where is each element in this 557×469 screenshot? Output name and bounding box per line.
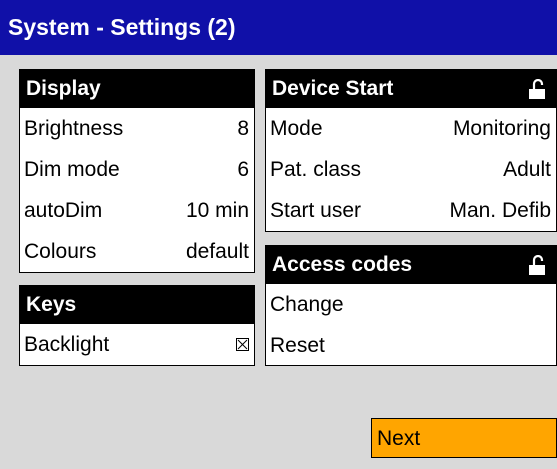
mode-row[interactable]: Mode Monitoring (266, 108, 556, 149)
brightness-row[interactable]: Brightness 8 (20, 108, 254, 149)
dim-mode-value: 6 (237, 158, 249, 181)
dim-mode-row[interactable]: Dim mode 6 (20, 149, 254, 190)
start-user-label: Start user (270, 199, 362, 222)
pat-class-label: Pat. class (270, 158, 362, 181)
colours-label: Colours (24, 240, 97, 263)
device-start-panel: Device Start Mode Monitoring Pat. class … (265, 69, 557, 232)
backlight-checkbox[interactable] (236, 338, 249, 351)
brightness-value: 8 (237, 117, 249, 140)
pat-class-row[interactable]: Pat. class Adult (266, 149, 556, 190)
colours-value: default (185, 240, 249, 263)
autodim-row[interactable]: autoDim 10 min (20, 190, 254, 231)
next-button[interactable]: Next (371, 418, 557, 458)
autodim-label: autoDim (24, 199, 103, 222)
display-panel: Display Brightness 8 Dim mode 6 autoDim … (19, 69, 255, 273)
display-header: Display (20, 70, 254, 108)
brightness-label: Brightness (24, 117, 124, 140)
backlight-row[interactable]: Backlight (20, 324, 254, 365)
mode-label: Mode (270, 117, 323, 140)
reset-row[interactable]: Reset (266, 325, 556, 365)
reset-label: Reset (270, 334, 325, 357)
pat-class-value: Adult (503, 158, 551, 181)
access-codes-header: Access codes (266, 246, 556, 284)
colours-row[interactable]: Colours default (20, 231, 254, 272)
change-label: Change (270, 293, 344, 316)
unlock-icon (529, 255, 545, 275)
access-codes-panel: Access codes Change Reset (265, 245, 557, 366)
keys-header: Keys (20, 286, 254, 324)
start-user-row[interactable]: Start user Man. Defib (266, 190, 556, 231)
autodim-value: 10 min (185, 199, 249, 222)
unlock-icon (529, 79, 545, 99)
window-title: System - Settings (2) (0, 0, 557, 55)
checkbox-cross-icon (237, 339, 248, 350)
dim-mode-label: Dim mode (24, 158, 120, 181)
access-codes-title: Access codes (272, 253, 413, 276)
mode-value: Monitoring (452, 117, 551, 140)
keys-panel: Keys Backlight (19, 285, 255, 366)
backlight-label: Backlight (24, 333, 110, 356)
change-row[interactable]: Change (266, 284, 556, 325)
device-start-title: Device Start (272, 77, 394, 100)
start-user-value: Man. Defib (449, 199, 551, 222)
device-start-header: Device Start (266, 70, 556, 108)
